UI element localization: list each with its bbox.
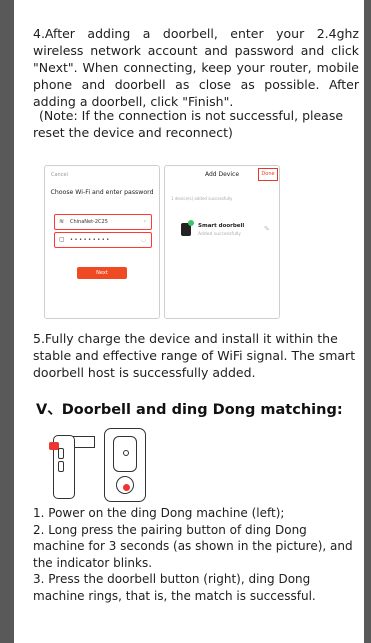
- success-check-icon: [188, 220, 194, 226]
- step5-paragraph: 5.Fully charge the device and install it…: [33, 331, 356, 380]
- wifi-network-field: ≋ ChinaNet-2C25 ›: [54, 214, 152, 230]
- pairing-step-3: 3. Press the doorbell button (right), di…: [33, 572, 316, 603]
- wifi-icon: ≋: [59, 218, 65, 225]
- device-name: Smart doorbell: [198, 223, 245, 229]
- added-count-text: 1 device(s) added successfully: [171, 196, 233, 201]
- camera-lens-icon: [123, 450, 129, 456]
- lock-icon: ▢: [59, 236, 65, 243]
- wifi-password-screenshot: Cancel Choose Wi-Fi and enter password ≋…: [44, 165, 160, 319]
- pairing-illustration: [41, 428, 161, 503]
- done-button: Done: [258, 168, 278, 181]
- pairing-step-2: 2. Long press the pairing button of ding…: [33, 522, 353, 570]
- press-indicator-icon: [123, 484, 130, 491]
- pairing-step-1: 1. Power on the ding Dong machine (left)…: [33, 506, 285, 520]
- pairing-steps: 1. Power on the ding Dong machine (left)…: [33, 505, 359, 604]
- chevron-right-icon: ›: [143, 218, 146, 225]
- cancel-link: Cancel: [51, 172, 68, 178]
- step4-paragraph: 4.After adding a doorbell, enter your 2.…: [33, 26, 359, 109]
- chime-button-icon: [58, 448, 64, 459]
- add-device-screenshot: Add Device Done 1 device(s) added succes…: [164, 165, 280, 319]
- wifi-password-field: ▢ • • • • • • • • • ◡: [54, 232, 152, 248]
- next-button: Next: [77, 267, 127, 279]
- wifi-screen-title: Choose Wi-Fi and enter password: [50, 189, 154, 196]
- pairing-button-icon: [58, 461, 64, 472]
- wifi-network-value: ChinaNet-2C25: [70, 219, 108, 225]
- device-state: Added successfully: [198, 232, 241, 237]
- edit-icon: ✎: [264, 225, 270, 233]
- document-page: 4.After adding a doorbell, enter your 2.…: [14, 0, 364, 643]
- step4-note: (Note: If the connection is not successf…: [33, 108, 344, 140]
- section-heading: V、Doorbell and ding Dong matching:: [36, 402, 343, 418]
- added-device-item: Smart doorbell Added successfully ✎: [165, 216, 279, 248]
- eye-icon: ◡: [140, 236, 146, 243]
- wifi-password-value: • • • • • • • • •: [70, 237, 110, 243]
